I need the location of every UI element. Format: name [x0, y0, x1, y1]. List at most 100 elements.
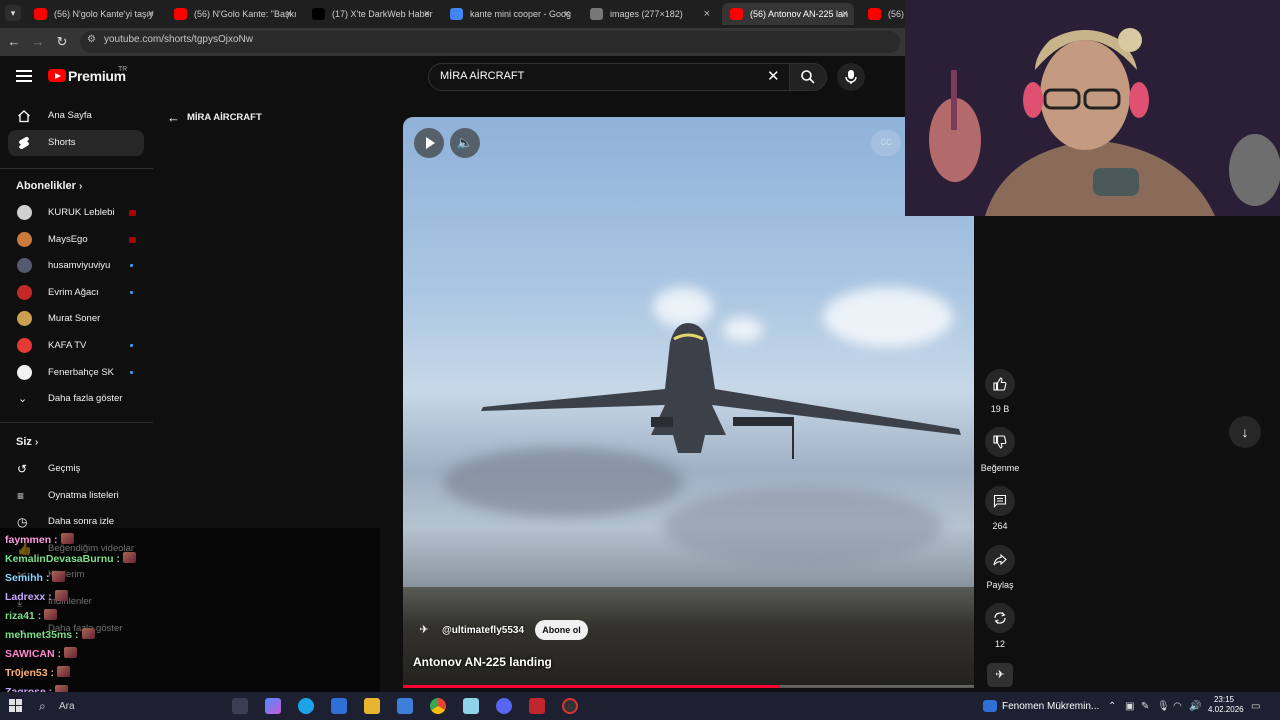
channel-avatar: [17, 284, 32, 300]
task-view-icon[interactable]: [232, 698, 248, 714]
share-icon: [993, 553, 1007, 566]
back-to-search-link[interactable]: MİRA AİRCRAFT: [187, 112, 262, 123]
tray-app-icon[interactable]: ▣: [1125, 701, 1134, 712]
taskbar-search-box[interactable]: Ara: [59, 701, 75, 712]
remix-button[interactable]: [985, 603, 1015, 633]
volume-icon[interactable]: 🔈: [450, 128, 480, 158]
channel-avatar: [17, 338, 32, 353]
sidebar-item-label: Geçmiş: [48, 463, 81, 474]
sidebar-subscription-item[interactable]: husamviyuviyu: [8, 253, 144, 279]
close-tab-icon[interactable]: ×: [704, 3, 710, 25]
next-video-arrow-icon[interactable]: ↓: [1229, 416, 1261, 448]
play-button[interactable]: [414, 128, 444, 158]
browser-tab[interactable]: images (277×182) ×: [582, 3, 716, 25]
chat-username: faymmen :: [5, 534, 58, 546]
video-progress-bar[interactable]: [403, 685, 974, 688]
comments-button[interactable]: [985, 486, 1015, 516]
start-button-icon[interactable]: [9, 699, 23, 713]
sidebar-subscription-item[interactable]: KURUK Leblebi: [8, 200, 144, 226]
sidebar-item-label: Daha sonra izle: [48, 516, 115, 528]
speaker-icon[interactable]: 🔊: [1189, 701, 1201, 712]
sidebar-show-more-subscriptions[interactable]: ⌄ Daha fazla göster: [8, 386, 144, 412]
sidebar-item-history[interactable]: ↺ Geçmiş: [8, 456, 144, 482]
sidebar-item-label: Shorts: [48, 137, 76, 148]
search-value: MİRA AİRCRAFT: [440, 70, 525, 82]
chat-username: Semihh :: [5, 572, 50, 584]
sidebar-subscription-item[interactable]: Fenerbahçe SK: [8, 360, 144, 386]
chrome-icon[interactable]: [430, 698, 446, 714]
channel-avatar: [17, 311, 32, 327]
chat-emote-icon: [52, 571, 66, 582]
search-button[interactable]: [789, 63, 827, 91]
youtube-logo-icon[interactable]: [48, 69, 66, 82]
close-tab-icon[interactable]: ×: [564, 3, 570, 25]
file-explorer-icon[interactable]: [364, 698, 380, 714]
browser-tab[interactable]: kante mini cooper - Goog ×: [442, 3, 576, 25]
video-title[interactable]: Antonov AN-225 landing: [413, 655, 552, 669]
reload-icon[interactable]: ↻: [54, 34, 70, 50]
browser-tab[interactable]: (56) N'golo Kante'yi taşıy ×: [26, 3, 160, 25]
browser-tab[interactable]: (56) Antonov AN-225 lan ×: [722, 3, 854, 25]
close-tab-icon[interactable]: ×: [424, 3, 430, 25]
tray-overflow-icon[interactable]: ⌃: [1108, 701, 1116, 712]
short-video-player[interactable]: [403, 117, 974, 687]
obs-icon[interactable]: [562, 698, 578, 714]
tab-search-button[interactable]: ▾: [5, 5, 21, 21]
shorts-icon: [19, 136, 29, 149]
channel-avatar: [17, 231, 32, 247]
back-arrow-icon[interactable]: ←: [167, 110, 180, 125]
notepad-icon[interactable]: [463, 698, 479, 714]
close-tab-icon[interactable]: ×: [842, 3, 848, 25]
sidebar-item-shorts[interactable]: Shorts: [8, 130, 144, 156]
sidebar-subscription-item[interactable]: KAFA TV: [8, 333, 144, 359]
subscriptions-heading[interactable]: Abonelikler ›: [16, 180, 82, 192]
channel-avatar: [17, 205, 32, 220]
tab-favicon-icon: [590, 8, 603, 20]
browser-tab[interactable]: (56) N'Golo Kante: "Başkı ×: [166, 3, 298, 25]
sidebar-subscription-item[interactable]: Evrim Ağacı: [8, 280, 144, 306]
chat-username: Ladrexx :: [5, 591, 52, 603]
copilot-icon[interactable]: [265, 698, 281, 714]
close-tab-icon[interactable]: ×: [148, 3, 154, 25]
sidebar-item-label: KURUK Leblebi: [48, 207, 115, 218]
sidebar-item-playlist[interactable]: ≡ Oynatma listeleri: [8, 483, 144, 509]
sidebar-item-label: Oynatma listeleri: [48, 489, 119, 501]
taskbar-clock[interactable]: 23:15 4.02.2026: [1208, 695, 1244, 715]
clear-search-icon[interactable]: ✕: [767, 67, 780, 85]
remix-icon: [994, 612, 1006, 624]
channel-thumbnail-icon[interactable]: ✈: [987, 663, 1013, 687]
notifications-icon[interactable]: ▭: [1251, 701, 1260, 712]
store-icon[interactable]: [331, 698, 347, 714]
app-icon[interactable]: [529, 698, 545, 714]
channel-avatar-icon[interactable]: ✈: [416, 622, 432, 638]
chat-message: SAWICAN :: [5, 647, 77, 660]
browser-tab[interactable]: (17) X'te DarkWeb Haber ×: [304, 3, 436, 25]
captions-icon[interactable]: CC: [871, 130, 901, 156]
share-button[interactable]: [985, 545, 1015, 575]
sidebar-item-home[interactable]: Ana Sayfa: [8, 103, 144, 129]
like-button[interactable]: [985, 369, 1015, 399]
edge-icon[interactable]: [298, 698, 314, 714]
voice-search-button[interactable]: [837, 63, 865, 91]
menu-icon[interactable]: [16, 70, 32, 82]
channel-name[interactable]: @ultimatefly5534: [442, 625, 524, 636]
back-icon[interactable]: ←: [6, 34, 22, 50]
close-tab-icon[interactable]: ×: [286, 3, 292, 25]
tab-title: images (277×182): [610, 9, 683, 19]
site-info-icon[interactable]: ⚙: [87, 34, 96, 45]
sidebar-subscription-item[interactable]: MaysEgo: [8, 227, 144, 253]
news-widget[interactable]: Fenomen Mükremin...: [1002, 701, 1099, 712]
forward-icon[interactable]: →: [30, 34, 46, 50]
wifi-icon[interactable]: ◠: [1173, 701, 1182, 712]
tray-app-icon[interactable]: ✎: [1141, 701, 1149, 712]
you-heading[interactable]: Siz ›: [16, 436, 38, 448]
mail-icon[interactable]: [397, 698, 413, 714]
subscribe-button[interactable]: Abone ol: [535, 620, 588, 640]
tab-favicon-icon: [174, 8, 187, 20]
sidebar-subscription-item[interactable]: Murat Soner: [8, 306, 144, 332]
discord-icon[interactable]: [496, 698, 512, 714]
microphone-tray-icon[interactable]: 🎙: [1157, 701, 1170, 712]
taskbar-search-icon[interactable]: ⌕: [39, 699, 46, 714]
news-widget-icon[interactable]: [983, 700, 997, 712]
dislike-button[interactable]: [985, 427, 1015, 457]
